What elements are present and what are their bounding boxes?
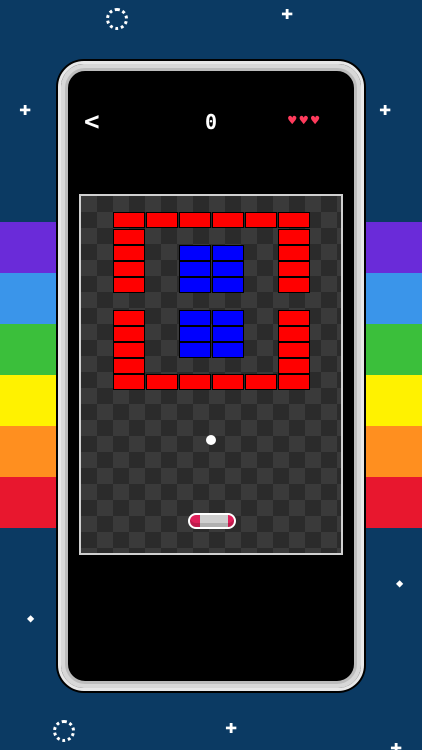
sparkle-icon: ✚	[281, 0, 294, 24]
ball	[206, 435, 216, 445]
brick-blue	[212, 277, 244, 293]
brick-red	[113, 277, 145, 293]
brick-red	[113, 212, 145, 228]
brick-blue	[212, 310, 244, 326]
brick-red	[113, 245, 145, 261]
brick-blue	[179, 342, 211, 358]
brick-red	[113, 261, 145, 277]
sparkle-icon: ◆	[396, 576, 404, 590]
back-button[interactable]: <	[84, 107, 106, 137]
brick-red	[212, 374, 244, 390]
score-counter: 0	[204, 110, 218, 134]
brick-red	[113, 374, 145, 390]
brick-red	[113, 229, 145, 245]
brick-blue	[212, 342, 244, 358]
brick-red	[278, 374, 310, 390]
brick-red	[278, 229, 310, 245]
chevron-left-icon: <	[84, 107, 100, 137]
brick-blue	[179, 261, 211, 277]
brick-red	[146, 374, 178, 390]
heart-icon: ♥	[310, 113, 320, 129]
brick-blue	[179, 277, 211, 293]
sparkle-icon: ✚	[225, 714, 238, 738]
brick-red	[245, 374, 277, 390]
heart-icon: ♥	[288, 113, 297, 129]
brick-blue	[212, 326, 244, 342]
brick-red	[146, 212, 178, 228]
heart-icon: ♥	[299, 113, 308, 129]
brick-red	[113, 310, 145, 326]
brick-red	[278, 212, 310, 228]
brick-red	[278, 245, 310, 261]
brick-red	[278, 310, 310, 326]
star-ring-icon	[53, 720, 75, 742]
brick-red	[113, 342, 145, 358]
brick-red	[278, 261, 310, 277]
sparkle-icon: ✚	[19, 96, 32, 120]
sparkle-icon: ◆	[27, 611, 35, 625]
brick-red	[278, 326, 310, 342]
brick-red	[212, 212, 244, 228]
brick-blue	[179, 245, 211, 261]
sparkle-icon: ✚	[379, 96, 392, 120]
brick-blue	[212, 245, 244, 261]
paddle[interactable]	[188, 513, 236, 529]
brick-red	[179, 374, 211, 390]
brick-red	[113, 358, 145, 374]
brick-red	[179, 212, 211, 228]
brick-red	[245, 212, 277, 228]
brick-red	[278, 358, 310, 374]
brick-blue	[179, 326, 211, 342]
brick-red	[113, 326, 145, 342]
brick-red	[278, 342, 310, 358]
brick-blue	[179, 310, 211, 326]
brick-red	[278, 277, 310, 293]
lives-indicator: ♥ ♥ ♥	[288, 113, 319, 129]
sparkle-icon: ✚	[390, 734, 403, 750]
star-ring-icon	[106, 8, 128, 30]
brick-blue	[212, 261, 244, 277]
